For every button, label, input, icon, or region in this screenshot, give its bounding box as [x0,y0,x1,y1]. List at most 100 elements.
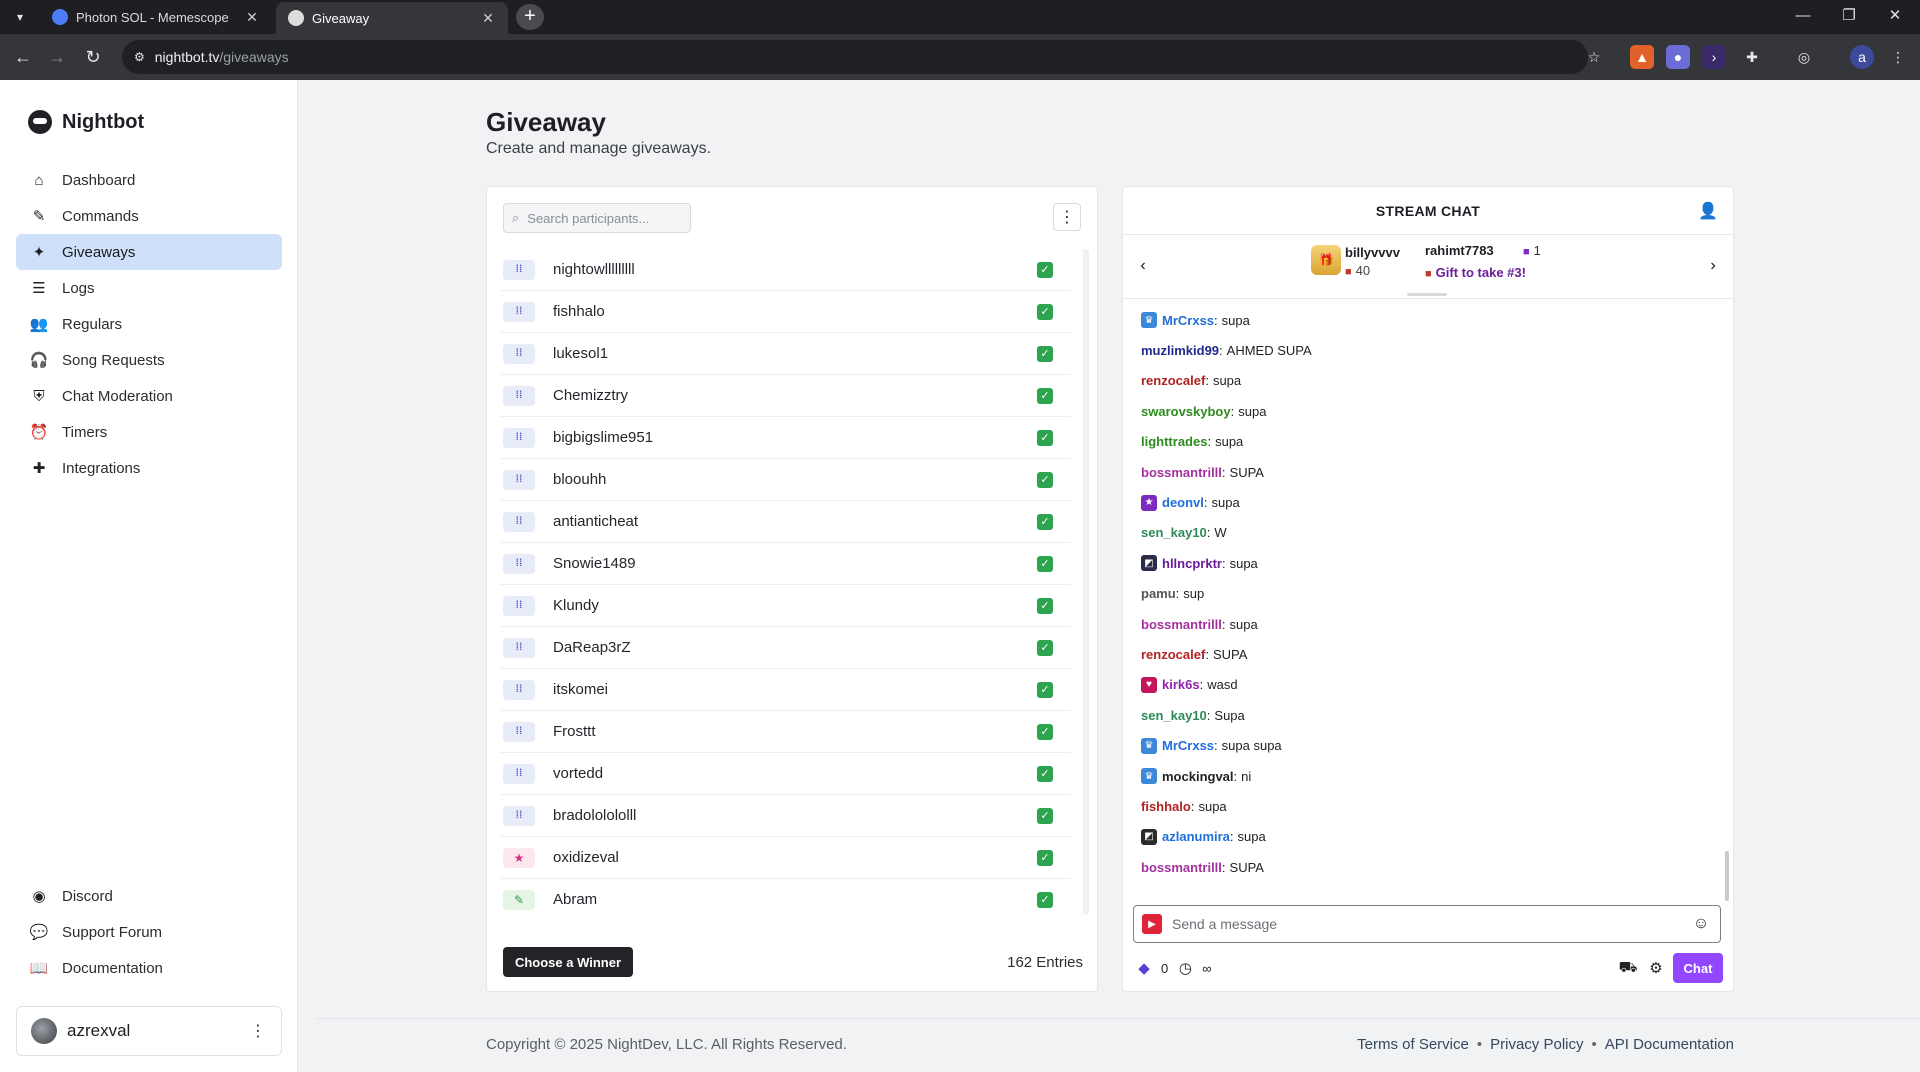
gift-store-icon[interactable]: ⛟ [1617,957,1639,979]
new-tab-button[interactable]: + [516,4,544,30]
eligible-checkbox-icon[interactable]: ✓ [1037,513,1053,530]
extension-fox-icon[interactable]: ▲ [1630,45,1654,69]
chat-username[interactable]: sen_kay10 [1141,525,1207,540]
participant-row[interactable]: ⁞⁞ Frosttt ✓ [501,711,1071,753]
user-menu-icon[interactable]: ⋮ [249,1021,267,1041]
api-docs-link[interactable]: API Documentation [1605,1036,1734,1053]
sidebar-item-chat-moderation[interactable]: ⛨ Chat Moderation [16,378,282,414]
emoji-icon[interactable]: ☺ [1692,915,1710,933]
tab-search-chevron-icon[interactable]: ▾ [8,5,32,29]
options-menu-button[interactable]: ⋮ [1053,203,1081,231]
back-icon[interactable]: ← [10,44,36,70]
browser-menu-icon[interactable]: ⋮ [1886,45,1910,69]
gifter-name[interactable]: billyvvvv [1345,245,1400,260]
sidebar-item-documentation[interactable]: 📖 Documentation [16,950,282,986]
screenshot-icon[interactable]: ◎ [1792,45,1816,69]
bits-icon[interactable]: ◆ [1133,957,1155,979]
extension-arrow-icon[interactable]: › [1702,45,1726,69]
eligible-checkbox-icon[interactable]: ✓ [1037,891,1053,908]
sidebar-item-integrations[interactable]: ✚ Integrations [16,450,282,486]
terms-link[interactable]: Terms of Service [1357,1036,1469,1053]
address-bar[interactable]: ⚙ nightbot.tv/giveaways [122,40,1588,74]
sidebar-item-timers[interactable]: ⏰ Timers [16,414,282,450]
extension-blob-icon[interactable]: ● [1666,45,1690,69]
chat-username[interactable]: MrCrxss [1162,738,1214,753]
participant-row[interactable]: ⁞⁞ vortedd ✓ [501,753,1071,795]
chat-username[interactable]: MrCrxss [1162,313,1214,328]
chat-username[interactable]: mockingval [1162,769,1234,784]
minimize-icon[interactable]: — [1780,0,1826,30]
pinned-drag-handle[interactable] [1407,293,1447,296]
sidebar-item-commands[interactable]: ✎ Commands [16,198,282,234]
close-tab-icon[interactable]: ✕ [480,10,496,26]
chat-username[interactable]: lighttrades [1141,434,1207,449]
chevron-right-icon[interactable]: › [1703,257,1723,277]
eligible-checkbox-icon[interactable]: ✓ [1037,387,1053,404]
participant-row[interactable]: ⁞⁞ nightowlllllllll ✓ [501,249,1071,291]
participant-row[interactable]: ⁞⁞ DaReap3rZ ✓ [501,627,1071,669]
chat-username[interactable]: renzocalef [1141,647,1205,662]
restore-icon[interactable]: ❐ [1826,0,1872,30]
user-card[interactable]: azrexval ⋮ [16,1006,282,1056]
participant-row[interactable]: ⁞⁞ Klundy ✓ [501,585,1071,627]
eligible-checkbox-icon[interactable]: ✓ [1037,555,1053,572]
participant-row[interactable]: ⁞⁞ lukesol1 ✓ [501,333,1071,375]
participant-row[interactable]: ⁞⁞ bradololololll ✓ [501,795,1071,837]
chat-scrollbar[interactable] [1725,851,1729,901]
close-tab-icon[interactable]: ✕ [244,9,260,25]
chat-message-input[interactable]: ▶ Send a message ☺ [1133,905,1721,943]
eligible-checkbox-icon[interactable]: ✓ [1037,261,1053,278]
brand[interactable]: Nightbot [28,110,144,134]
chat-send-button[interactable]: Chat [1673,953,1723,983]
sidebar-item-discord[interactable]: ◉ Discord [16,878,282,914]
participant-row[interactable]: ⁞⁞ bloouhh ✓ [501,459,1071,501]
site-info-icon[interactable]: ⚙ [134,50,145,64]
close-window-icon[interactable]: ✕ [1872,0,1918,30]
chat-username[interactable]: hllncprktr [1162,556,1222,571]
eligible-checkbox-icon[interactable]: ✓ [1037,807,1053,824]
participant-row[interactable]: ⁞⁞ Chemizztry ✓ [501,375,1071,417]
chat-username[interactable]: sen_kay10 [1141,708,1207,723]
participant-row[interactable]: ⁞⁞ bigbigslime951 ✓ [501,417,1071,459]
chevron-left-icon[interactable]: ‹ [1133,257,1153,277]
tab-photon[interactable]: Photon SOL - Memescope ✕ [40,2,272,32]
chat-username[interactable]: pamu [1141,586,1176,601]
eligible-checkbox-icon[interactable]: ✓ [1037,429,1053,446]
chat-username[interactable]: azlanumira [1162,829,1230,844]
participant-row[interactable]: ⁞⁞ Snowie1489 ✓ [501,543,1071,585]
chat-users-icon[interactable]: 👤 [1697,201,1719,223]
gifter-name-2[interactable]: rahimt7783 [1425,243,1494,258]
sidebar-item-giveaways[interactable]: ✦ Giveaways [16,234,282,270]
reload-icon[interactable]: ↻ [80,44,106,70]
privacy-link[interactable]: Privacy Policy [1490,1036,1583,1053]
participants-scrollbar[interactable] [1083,249,1089,915]
gear-icon[interactable]: ⚙ [1645,957,1667,979]
sidebar-item-dashboard[interactable]: ⌂ Dashboard [16,162,282,198]
participant-row[interactable]: ★ oxidizeval ✓ [501,837,1071,879]
eligible-checkbox-icon[interactable]: ✓ [1037,303,1053,320]
eligible-checkbox-icon[interactable]: ✓ [1037,345,1053,362]
chat-username[interactable]: deonvl [1162,495,1204,510]
profile-avatar-icon[interactable]: a [1850,45,1874,69]
gift-goal-text[interactable]: ■ Gift to take #3! [1425,265,1526,280]
forward-icon[interactable]: → [44,44,70,70]
bookmark-star-icon[interactable]: ☆ [1582,45,1606,69]
eligible-checkbox-icon[interactable]: ✓ [1037,639,1053,656]
sidebar-item-song-requests[interactable]: 🎧 Song Requests [16,342,282,378]
timer-icon[interactable]: ◷ [1174,957,1196,979]
participant-row[interactable]: ⁞⁞ fishhalo ✓ [501,291,1071,333]
eligible-checkbox-icon[interactable]: ✓ [1037,471,1053,488]
chat-username[interactable]: muzlimkid99 [1141,343,1219,358]
eligible-checkbox-icon[interactable]: ✓ [1037,597,1053,614]
chat-username[interactable]: bossmantrilll [1141,617,1222,632]
choose-winner-button[interactable]: Choose a Winner [503,947,633,977]
sidebar-item-regulars[interactable]: 👥 Regulars [16,306,282,342]
participant-row[interactable]: ⁞⁞ antianticheat ✓ [501,501,1071,543]
chat-username[interactable]: kirk6s [1162,677,1200,692]
eligible-checkbox-icon[interactable]: ✓ [1037,681,1053,698]
search-input[interactable]: ⌕ Search participants... [503,203,691,233]
eligible-checkbox-icon[interactable]: ✓ [1037,723,1053,740]
tab-giveaway[interactable]: Giveaway ✕ [276,2,508,34]
chat-username[interactable]: fishhalo [1141,799,1191,814]
eligible-checkbox-icon[interactable]: ✓ [1037,765,1053,782]
